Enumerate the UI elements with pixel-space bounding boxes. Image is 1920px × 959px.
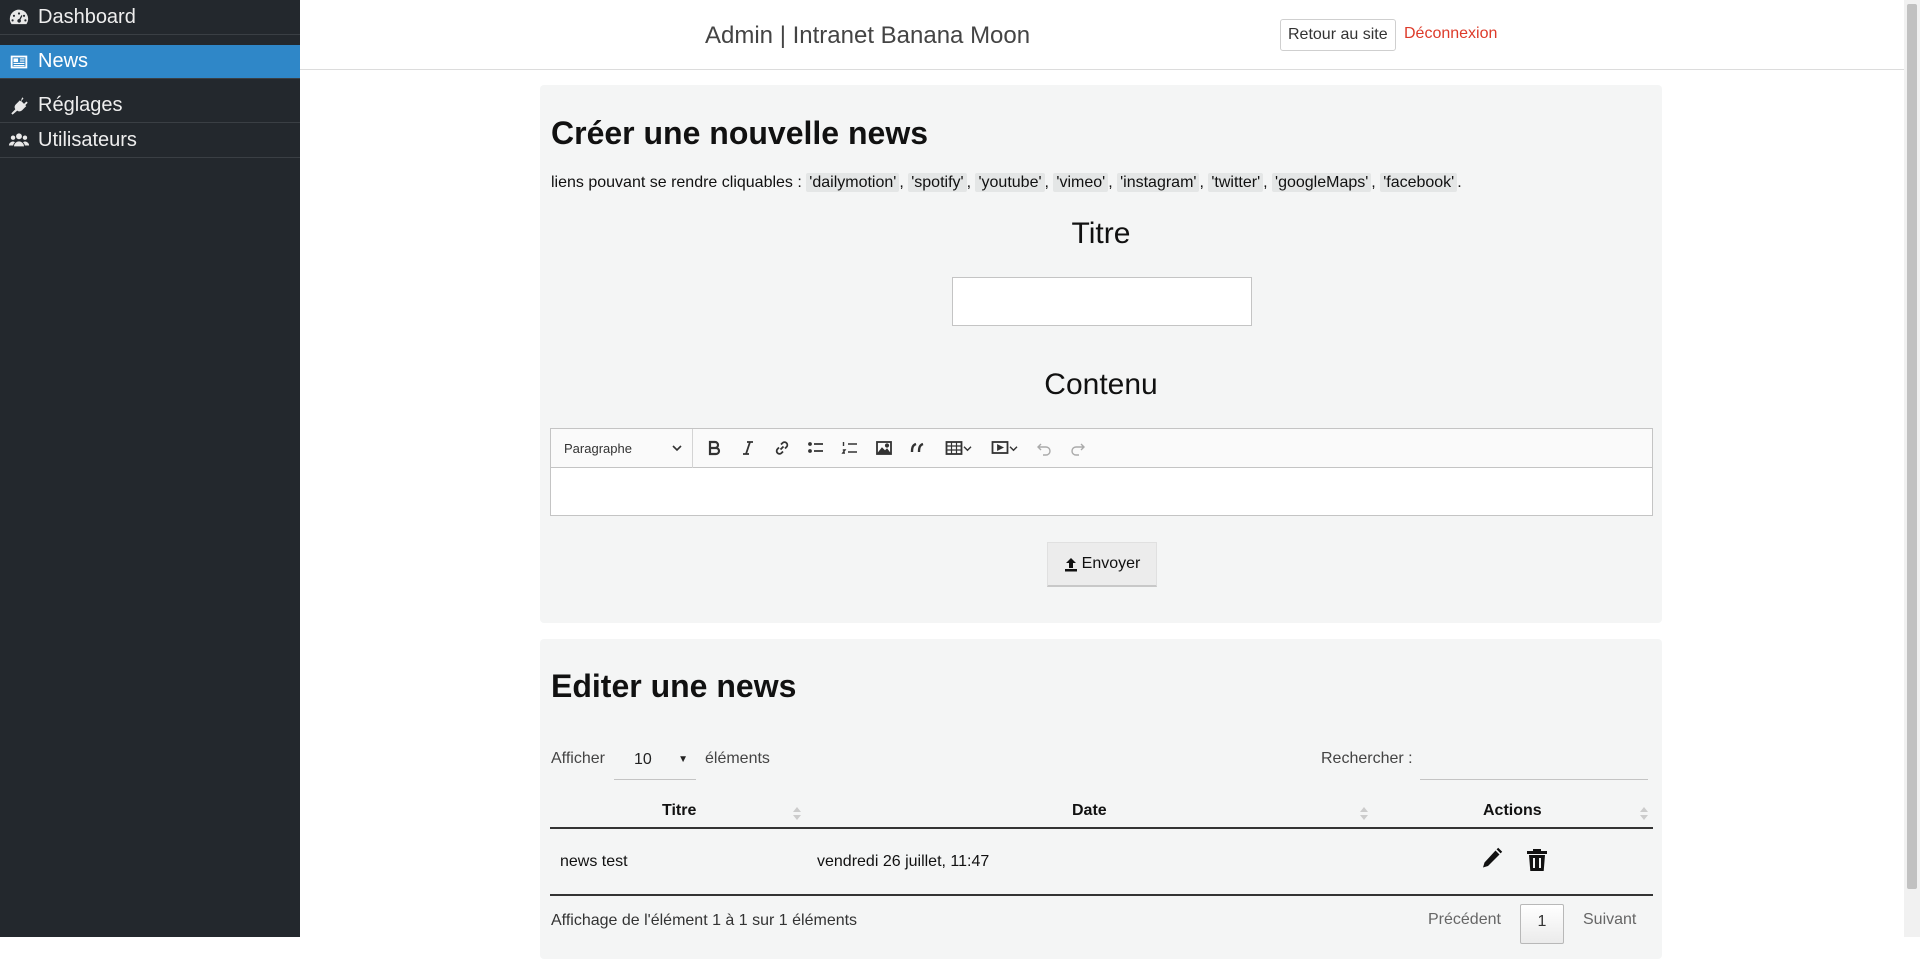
link-type: 'twitter' [1208,173,1264,192]
sidebar-item-label: Utilisateurs [38,128,137,151]
title-input[interactable] [952,277,1252,326]
newspaper-icon [0,51,38,73]
search-input[interactable] [1420,740,1648,780]
undo-icon[interactable] [1027,439,1061,457]
elements-label: éléments [705,750,770,767]
quote-icon[interactable] [901,439,935,457]
paragraph-format-dropdown[interactable]: Paragraphe [551,428,693,468]
sidebar: Dashboard News Réglages Utilisateurs [0,0,300,937]
sidebar-item-label: Dashboard [38,5,136,28]
bulleted-list-icon[interactable] [799,439,833,457]
row-title: news test [560,853,628,870]
send-button-label: Envoyer [1081,555,1141,572]
paragraph-format-value: Paragraphe [564,440,632,456]
table-row: news test vendredi 26 juillet, 11:47 [550,829,1653,896]
sidebar-item-label: News [38,50,89,72]
link-type: 'dailymotion' [806,173,900,192]
upload-icon [1064,557,1077,571]
editor-toolbar: Paragraphe [551,428,1652,468]
links-intro: liens pouvant se rendre cliquables : [551,174,802,191]
sidebar-item-dashboard[interactable]: Dashboard [0,0,300,35]
link-type: 'instagram' [1117,173,1200,192]
italic-icon[interactable] [731,439,765,457]
table-icon[interactable] [935,439,981,457]
delete-trash-icon[interactable] [1525,847,1549,873]
row-date: vendredi 26 juillet, 11:47 [817,853,990,870]
editor-content-area[interactable] [551,468,1652,516]
sort-icon[interactable] [1640,807,1648,821]
link-type: 'googleMaps' [1272,173,1372,192]
scrollbar-thumb[interactable] [1907,4,1917,889]
clickable-links-info: liens pouvant se rendre cliquables : 'da… [551,173,1462,192]
edit-news-heading: Editer une news [551,668,797,704]
sort-icon[interactable] [1360,807,1368,821]
link-type: 'spotify' [908,173,967,192]
current-page-button[interactable]: 1 [1520,904,1564,944]
create-news-heading: Créer une nouvelle news [551,115,929,151]
sidebar-item-utilisateurs[interactable]: Utilisateurs [0,123,300,158]
sidebar-item-label: Réglages [38,94,123,116]
bold-icon[interactable] [697,439,731,457]
link-type: 'youtube' [975,173,1045,192]
dashboard-icon [0,6,38,28]
create-news-panel: Créer une nouvelle news liens pouvant se… [540,85,1662,623]
chevron-down-icon [1009,445,1017,451]
table-info: Affichage de l'élément 1 à 1 sur 1 éléme… [551,912,858,929]
content-label: Contenu [1044,368,1158,401]
media-embed-icon[interactable] [981,439,1027,457]
top-header: Admin | Intranet Banana Moon Retour au s… [300,0,1904,70]
chevron-down-icon [672,445,682,452]
chevron-down-icon [963,445,971,451]
page-scrollbar[interactable] [1904,0,1920,937]
previous-page-button[interactable]: Précédent [1428,911,1501,929]
link-icon[interactable] [765,439,799,457]
logout-link[interactable]: Déconnexion [1404,25,1497,43]
column-header-titre[interactable]: Titre [662,802,696,820]
news-table: Titre Date Actions news test vendredi 26… [550,794,1653,896]
show-label: Afficher [551,750,605,767]
page-title: Admin | Intranet Banana Moon [705,22,1031,49]
column-header-actions[interactable]: Actions [1483,802,1542,820]
users-icon [0,129,38,151]
redo-icon[interactable] [1061,439,1095,457]
search-label: Rechercher : [1321,750,1413,767]
rich-text-editor: Paragraphe [550,428,1653,516]
plug-icon [0,95,38,117]
send-button[interactable]: Envoyer [1047,542,1157,587]
sidebar-item-news[interactable]: News [0,45,300,79]
next-page-button[interactable]: Suivant [1583,911,1636,929]
back-to-site-button[interactable]: Retour au site [1280,19,1396,51]
title-label: Titre [1071,217,1131,250]
table-header: Titre Date Actions [550,794,1653,829]
edit-news-panel: Editer une news Afficher 10 ▼ éléments R… [540,639,1662,959]
numbered-list-icon[interactable] [833,439,867,457]
column-header-date[interactable]: Date [1072,802,1107,820]
page-length-value: 10 [634,750,652,768]
sidebar-item-reglages[interactable]: Réglages [0,89,300,123]
link-type: 'facebook' [1380,173,1458,192]
image-icon[interactable] [867,439,901,457]
edit-pencil-icon[interactable] [1479,847,1503,873]
sort-icon[interactable] [793,807,801,821]
page-length-select[interactable]: 10 ▼ [614,740,696,780]
link-type: 'vimeo' [1053,173,1109,192]
caret-down-icon: ▼ [678,754,688,765]
